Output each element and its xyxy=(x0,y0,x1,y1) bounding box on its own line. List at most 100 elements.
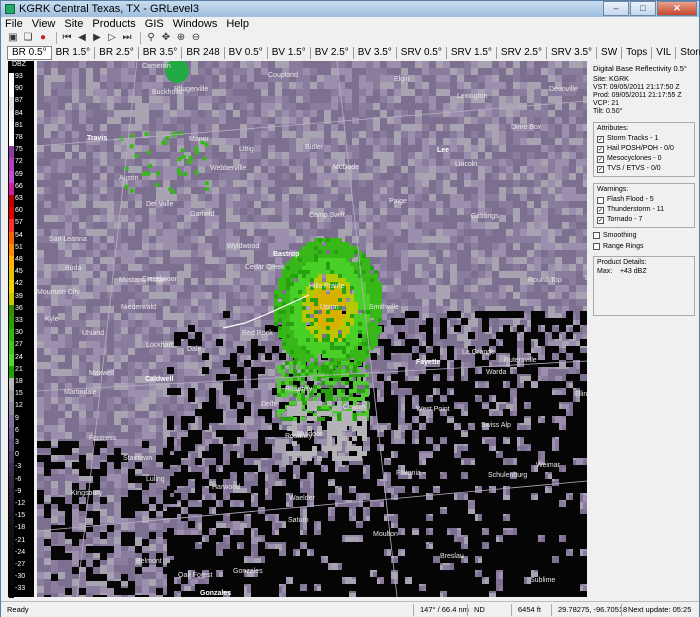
zoom-out-icon[interactable]: ⊖ xyxy=(190,32,202,44)
radar-bin xyxy=(562,96,569,103)
radar-bin xyxy=(212,348,219,355)
product-srv25[interactable]: SRV 2.5° xyxy=(497,47,547,59)
radar-bin xyxy=(100,222,107,229)
radar-bin xyxy=(65,152,72,159)
radar-bin xyxy=(198,194,205,201)
radar-bin xyxy=(317,110,324,117)
radar-bin xyxy=(51,250,58,257)
radar-bin xyxy=(114,481,121,488)
radar-bin xyxy=(65,117,72,124)
product-bv05[interactable]: BV 0.5° xyxy=(225,47,268,59)
record-icon[interactable]: ● xyxy=(37,32,49,44)
radar-bin xyxy=(170,397,177,404)
radar-bin xyxy=(499,75,506,82)
radar-bin xyxy=(394,61,401,68)
product-tops[interactable]: Tops xyxy=(622,47,653,59)
menu-products[interactable]: Products xyxy=(92,18,135,30)
radar-bin xyxy=(121,439,128,446)
radar-bin xyxy=(142,243,149,250)
first-frame-icon[interactable]: ⏮ xyxy=(61,32,73,44)
radar-bin xyxy=(471,229,478,236)
radar-bin xyxy=(177,222,184,229)
product-srv35[interactable]: SRV 3.5° xyxy=(547,47,598,59)
menu-help[interactable]: Help xyxy=(226,18,249,30)
product-vil[interactable]: VIL xyxy=(652,47,677,59)
radar-bin xyxy=(58,173,65,180)
menu-gis[interactable]: GIS xyxy=(145,18,164,30)
radar-bin xyxy=(422,292,429,299)
pan-icon[interactable]: ✥ xyxy=(160,32,172,44)
zoom-icon[interactable]: ⚲ xyxy=(145,32,157,44)
play-icon[interactable]: ▶ xyxy=(91,32,103,44)
radar-bin xyxy=(450,278,457,285)
product-srv05[interactable]: SRV 0.5° xyxy=(397,47,447,59)
title-bar[interactable]: KGRK Central Texas, TX - GRLevel3 – □ ✕ xyxy=(1,1,699,17)
open-icon[interactable]: ▣ xyxy=(7,32,19,44)
radar-bin xyxy=(107,229,114,236)
radar-bin xyxy=(58,145,65,152)
radar-bin xyxy=(51,481,58,488)
product-br05[interactable]: BR 0.5° xyxy=(7,46,52,60)
zoom-in-icon[interactable]: ⊕ xyxy=(175,32,187,44)
radar-bin xyxy=(268,278,275,285)
radar-bin xyxy=(247,201,254,208)
product-br248[interactable]: BR 248 xyxy=(182,47,225,59)
radar-bin xyxy=(506,194,513,201)
radar-map[interactable]: Cameron Buckholts Travis Austin Lee Lexington… xyxy=(37,61,587,597)
product-br15[interactable]: BR 1.5° xyxy=(52,47,96,59)
product-bv35[interactable]: BV 3.5° xyxy=(354,47,397,59)
radar-bin xyxy=(289,180,296,187)
radar-bin xyxy=(44,222,51,229)
radar-bin xyxy=(107,159,114,166)
radar-bin xyxy=(555,61,562,68)
radar-bin xyxy=(37,271,44,278)
radar-bin xyxy=(170,208,177,215)
radar-bin xyxy=(254,82,261,89)
last-frame-icon[interactable]: ⏭ xyxy=(121,32,133,44)
radar-bin xyxy=(72,306,79,313)
radar-bin xyxy=(338,201,345,208)
radar-bin xyxy=(268,229,275,236)
close-button[interactable]: ✕ xyxy=(657,1,697,16)
radar-bin xyxy=(583,110,587,117)
radar-bin xyxy=(303,89,310,96)
maximize-button[interactable]: □ xyxy=(630,1,656,16)
product-sw[interactable]: SW xyxy=(597,47,623,59)
radar-bin xyxy=(254,215,261,222)
product-br35[interactable]: BR 3.5° xyxy=(139,47,183,59)
next-frame-icon[interactable]: ▷ xyxy=(106,32,118,44)
product-bv25[interactable]: BV 2.5° xyxy=(311,47,354,59)
radar-bin xyxy=(163,348,170,355)
radar-bin xyxy=(513,166,520,173)
prev-frame-icon[interactable]: ◀ xyxy=(76,32,88,44)
radar-bin xyxy=(506,278,513,285)
radar-bin xyxy=(219,61,226,68)
radar-bin xyxy=(149,103,156,110)
menu-windows[interactable]: Windows xyxy=(173,18,218,30)
radar-bin xyxy=(583,75,587,82)
radar-bin xyxy=(331,131,338,138)
radar-bin xyxy=(387,285,394,292)
radar-bin xyxy=(443,103,450,110)
product-bv15[interactable]: BV 1.5° xyxy=(268,47,311,59)
menu-file[interactable]: File xyxy=(5,18,23,30)
radar-bin xyxy=(114,411,121,418)
radar-bin xyxy=(485,250,492,257)
radar-bin xyxy=(86,446,93,453)
menu-view[interactable]: View xyxy=(32,18,56,30)
product-storm-rain[interactable]: Storm Rain xyxy=(676,47,700,59)
radar-bin xyxy=(436,75,443,82)
copy-icon[interactable]: ❏ xyxy=(22,32,34,44)
radar-bin xyxy=(205,292,212,299)
radar-bin xyxy=(37,334,44,341)
menu-site[interactable]: Site xyxy=(64,18,83,30)
product-br25[interactable]: BR 2.5° xyxy=(95,47,139,59)
radar-bin xyxy=(86,404,93,411)
radar-bin xyxy=(212,320,219,327)
radar-bin xyxy=(534,89,541,96)
radar-bin xyxy=(65,96,72,103)
minimize-button[interactable]: – xyxy=(603,1,629,16)
product-srv15[interactable]: SRV 1.5° xyxy=(447,47,497,59)
radar-bin xyxy=(44,425,51,432)
radar-bin xyxy=(44,341,51,348)
